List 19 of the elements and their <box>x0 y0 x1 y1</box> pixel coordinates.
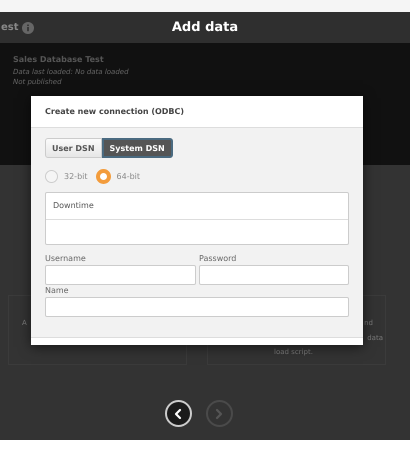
dsn-tab[interactable]: System DSN <box>102 138 173 158</box>
input-field[interactable] <box>45 265 196 285</box>
field-label: Password <box>199 253 238 265</box>
input-field[interactable] <box>199 265 349 285</box>
radio-button[interactable] <box>96 168 111 184</box>
page-title: Add data <box>172 20 238 35</box>
dialog-title: Create new connection (ODBC) <box>45 107 184 116</box>
back-button[interactable] <box>164 400 192 427</box>
field-label: Username <box>45 253 87 265</box>
dsn-tab[interactable]: User DSN <box>45 138 102 158</box>
radio-label: 64-bit <box>116 172 140 180</box>
info-icon[interactable] <box>22 22 34 34</box>
field-label: Name <box>45 285 70 297</box>
input-field[interactable] <box>45 297 349 317</box>
app-name: Sales Database Test <box>13 55 105 64</box>
app-title: est <box>1 22 19 33</box>
radio-button[interactable] <box>45 170 58 182</box>
radio-label: 32-bit <box>64 172 88 180</box>
dsn-item[interactable]: Downtime <box>46 193 348 220</box>
